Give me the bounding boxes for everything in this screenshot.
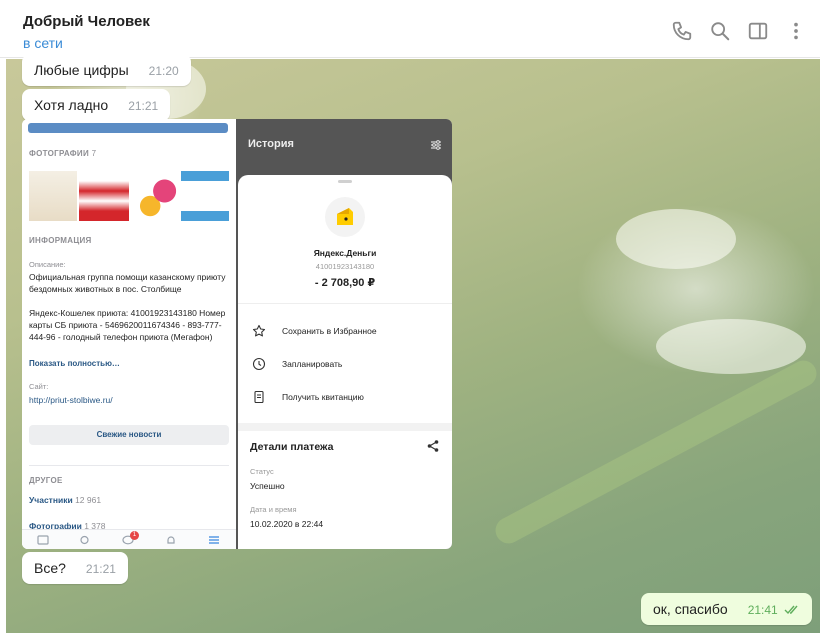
- message-time: 21:41: [747, 603, 778, 617]
- photos-section-label: ФОТОГРАФИИ 7: [29, 149, 97, 158]
- divider: [238, 303, 452, 304]
- photo-thumbnail: [79, 171, 129, 221]
- payment-details-title: Детали платежа: [250, 441, 334, 453]
- chat-status: в сети: [23, 35, 63, 51]
- message-text: Любые цифры: [34, 62, 129, 78]
- chat-header: Добрый Человек в сети: [0, 0, 820, 58]
- divider: [29, 465, 229, 466]
- vk-tab-bar: 1: [22, 529, 236, 549]
- message-text: Хотя ладно: [34, 97, 109, 113]
- yandex-money-logo-icon: [325, 197, 365, 237]
- menu-tab-icon: [208, 535, 220, 545]
- payment-sheet: Яндекс.Деньги 41001923143180 - 2 708,90 …: [238, 175, 452, 549]
- description-text: Официальная группа помощи казанскому при…: [29, 272, 226, 294]
- chat-title[interactable]: Добрый Человек: [23, 13, 150, 30]
- section-separator: [238, 423, 452, 431]
- receipt-icon: [252, 390, 266, 404]
- site-label: Сайт:: [29, 382, 49, 391]
- vk-top-bar: [28, 123, 228, 133]
- wallpaper-petal: [656, 319, 806, 374]
- news-tab-icon: [37, 535, 49, 545]
- info-section-label: ИНФОРМАЦИЯ: [29, 236, 92, 245]
- message-text: ок, спасибо: [653, 601, 728, 617]
- sidebar-toggle-icon[interactable]: [747, 20, 769, 42]
- datetime-label: Дата и время: [250, 505, 297, 514]
- wallet-details-text: Яндекс-Кошелек приюта: 41001923143180 Но…: [29, 308, 226, 342]
- message-time: 21:21: [128, 99, 159, 113]
- message-bubble[interactable]: Хотя ладно 21:21: [22, 89, 171, 121]
- status-value: Успешно: [250, 481, 285, 491]
- message-time: 21:20: [148, 64, 179, 78]
- wallpaper-stem: [490, 356, 820, 548]
- read-ticks-icon: [784, 605, 798, 615]
- message-bubble[interactable]: Все? 21:21: [22, 552, 128, 584]
- share-icon: [426, 439, 440, 453]
- payment-amount: - 2 708,90 ₽: [314, 277, 376, 289]
- search-icon[interactable]: [709, 20, 731, 42]
- site-link: http://priut-stolbiwe.ru/: [29, 395, 113, 405]
- vk-group-screenshot: ФОТОГРАФИИ 7 ИНФОРМАЦИЯ Описание: Официа…: [22, 119, 236, 549]
- search-tab-icon: [79, 535, 91, 545]
- fresh-news-button: Свежие новости: [29, 425, 229, 445]
- filter-icon: [430, 138, 442, 150]
- message-text: Все?: [34, 560, 66, 576]
- payee-name: Яндекс.Деньги: [313, 248, 377, 258]
- datetime-value: 10.02.2020 в 22:44: [250, 519, 324, 529]
- show-more-link: Показать полностью…: [29, 359, 120, 368]
- notification-badge: 1: [130, 531, 139, 540]
- photo-thumbnail: [131, 171, 179, 221]
- payment-screenshot: История Яндекс.Деньги 41001923143180 - 2…: [236, 119, 452, 549]
- clock-icon: [252, 357, 266, 371]
- photo-thumbnail: [29, 171, 77, 221]
- wallpaper-petal: [616, 209, 736, 269]
- star-icon: [252, 324, 266, 338]
- phone-icon[interactable]: [671, 20, 693, 42]
- message-image[interactable]: ФОТОГРАФИИ 7 ИНФОРМАЦИЯ Описание: Официа…: [22, 119, 452, 549]
- more-vertical-icon[interactable]: [785, 20, 807, 42]
- bell-tab-icon: [165, 535, 177, 545]
- description-label: Описание:: [29, 260, 66, 269]
- history-title: История: [248, 138, 294, 150]
- photo-thumbnail: [181, 171, 229, 221]
- message-time: 21:21: [85, 562, 116, 576]
- status-label: Статус: [250, 467, 274, 476]
- members-link: Участники 12 961: [29, 495, 102, 505]
- sheet-handle: [338, 180, 352, 183]
- other-section-label: ДРУГОЕ: [29, 476, 63, 485]
- payee-account: 41001923143180: [315, 262, 375, 271]
- message-bubble[interactable]: Любые цифры 21:20: [22, 54, 191, 86]
- message-bubble-outgoing[interactable]: ок, спасибо 21:41: [641, 593, 812, 625]
